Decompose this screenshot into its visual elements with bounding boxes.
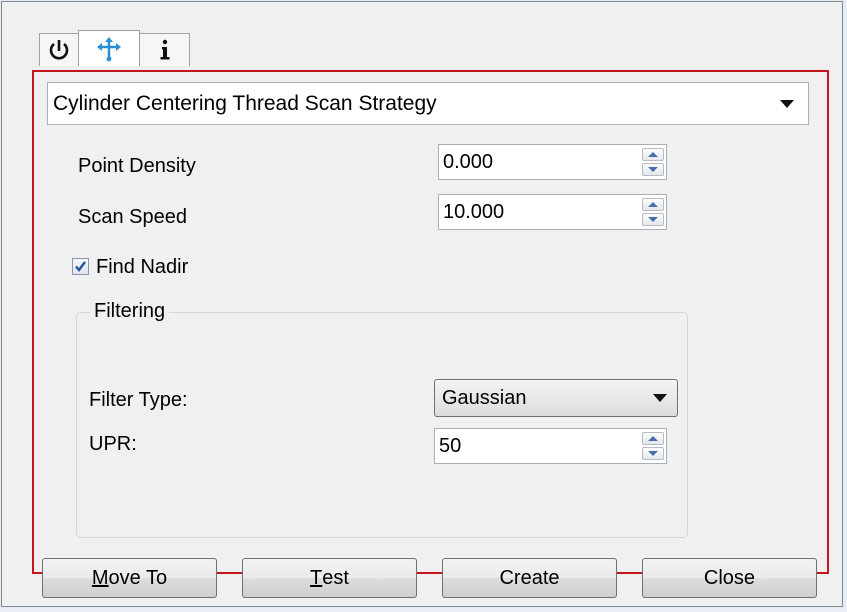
strategy-panel: Cylinder Centering Thread Scan Strategy … xyxy=(32,70,829,574)
chevron-down-icon xyxy=(653,394,667,402)
move-to-button[interactable]: Move To xyxy=(42,558,217,598)
filter-type-value: Gaussian xyxy=(442,386,527,409)
info-icon xyxy=(154,38,176,62)
scan-speed-label: Scan Speed xyxy=(78,206,187,228)
upr-input[interactable] xyxy=(435,429,640,463)
tab-info[interactable] xyxy=(139,33,190,66)
point-density-label: Point Density xyxy=(78,155,196,177)
power-icon xyxy=(47,38,71,62)
filtering-group xyxy=(76,312,688,538)
test-button[interactable]: Test xyxy=(242,558,417,598)
find-nadir-checkbox[interactable] xyxy=(72,258,89,275)
checkmark-icon xyxy=(75,261,86,272)
create-button[interactable]: Create xyxy=(442,558,617,598)
upr-label: UPR: xyxy=(89,433,137,455)
filter-type-select[interactable]: Gaussian xyxy=(434,379,678,417)
test-button-accel: T xyxy=(310,566,323,589)
dialog-window: Cylinder Centering Thread Scan Strategy … xyxy=(1,1,843,607)
spin-up-button[interactable] xyxy=(642,198,664,211)
tab-probe[interactable] xyxy=(78,30,140,66)
filter-type-label: Filter Type: xyxy=(89,389,188,411)
filtering-group-title: Filtering xyxy=(90,300,170,323)
strategy-select-value: Cylinder Centering Thread Scan Strategy xyxy=(53,91,437,115)
chevron-down-icon xyxy=(780,99,794,108)
scan-speed-input[interactable] xyxy=(439,195,640,229)
close-button[interactable]: Close xyxy=(642,558,817,598)
find-nadir-label: Find Nadir xyxy=(96,256,189,278)
move-to-button-label: ove To xyxy=(108,566,168,589)
spin-up-button[interactable] xyxy=(642,148,664,161)
upr-stepper[interactable] xyxy=(434,428,667,464)
spin-down-button[interactable] xyxy=(642,213,664,226)
tab-power[interactable] xyxy=(39,33,79,66)
test-button-label: est xyxy=(322,566,349,589)
strategy-select[interactable]: Cylinder Centering Thread Scan Strategy xyxy=(47,82,809,125)
move-to-button-accel: M xyxy=(91,566,109,589)
scan-speed-stepper[interactable] xyxy=(438,194,667,230)
spin-down-button[interactable] xyxy=(642,447,664,460)
probe-axes-icon xyxy=(96,36,122,62)
spin-up-button[interactable] xyxy=(642,432,664,445)
point-density-input[interactable] xyxy=(439,145,640,179)
point-density-stepper[interactable] xyxy=(438,144,667,180)
spin-down-button[interactable] xyxy=(642,163,664,176)
